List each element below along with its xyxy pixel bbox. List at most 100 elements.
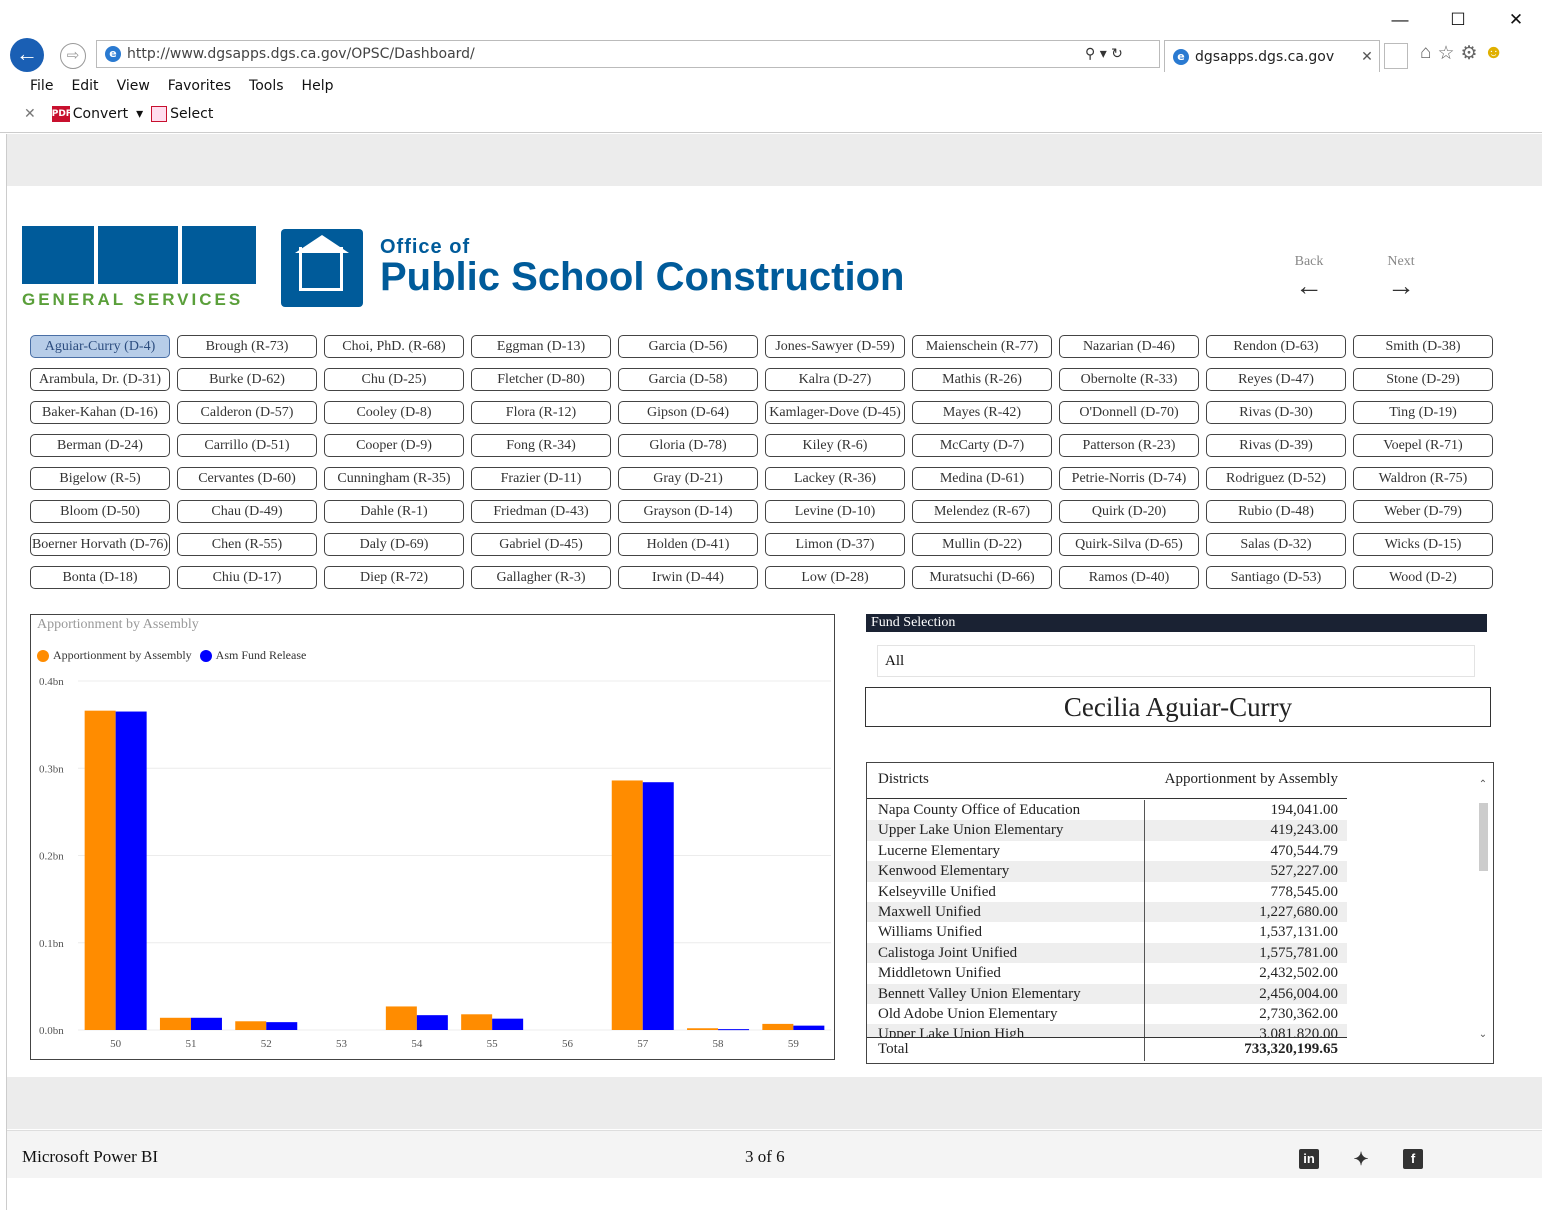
menu-favorites[interactable]: Favorites (168, 78, 231, 94)
legislator-button[interactable]: Arambula, Dr. (D-31) (30, 368, 170, 391)
col-apportionment[interactable]: Apportionment by Assembly (1145, 763, 1343, 798)
legislator-button[interactable]: Bloom (D-50) (30, 500, 170, 523)
legislator-button[interactable]: Aguiar-Curry (D-4) (30, 335, 170, 358)
legislator-button[interactable]: Limon (D-37) (765, 533, 905, 556)
legislator-button[interactable]: Friedman (D-43) (471, 500, 611, 523)
legislator-button[interactable]: Salas (D-32) (1206, 533, 1346, 556)
home-icon[interactable]: ⌂ (1420, 42, 1431, 65)
bar-apportionment-50[interactable] (84, 710, 116, 1030)
bar-apportionment-59[interactable] (762, 1023, 794, 1030)
bar-apportionment-52[interactable] (235, 1021, 267, 1030)
legislator-button[interactable]: Eggman (D-13) (471, 335, 611, 358)
legislator-button[interactable]: Burke (D-62) (177, 368, 317, 391)
legislator-button[interactable]: Nazarian (D-46) (1059, 335, 1199, 358)
legislator-button[interactable]: Berman (D-24) (30, 434, 170, 457)
legislator-button[interactable]: Mullin (D-22) (912, 533, 1052, 556)
legislator-button[interactable]: Wood (D-2) (1353, 566, 1493, 589)
legislator-button[interactable]: Chiu (D-17) (177, 566, 317, 589)
scroll-up-icon[interactable]: ⌃ (1477, 779, 1489, 790)
bar-fund-release-51[interactable] (190, 1017, 222, 1030)
bar-fund-release-57[interactable] (642, 782, 674, 1030)
legislator-button[interactable]: Levine (D-10) (765, 500, 905, 523)
legend-series-1[interactable]: Apportionment by Assembly (53, 648, 192, 663)
back-page-arrow-icon[interactable]: ← (1284, 270, 1334, 302)
legislator-button[interactable]: Mathis (R-26) (912, 368, 1052, 391)
legislator-button[interactable]: Chen (R-55) (177, 533, 317, 556)
legislator-button[interactable]: Dahle (R-1) (324, 500, 464, 523)
apportionment-chart[interactable]: 0.0bn 0.1bn 0.2bn 0.3bn 0.4bn 50 51 52 53 54 55 56 5… (30, 614, 835, 1060)
scroll-down-icon[interactable]: ⌄ (1477, 1029, 1489, 1040)
next-page-arrow-icon[interactable]: → (1376, 270, 1426, 302)
feedback-smiley-icon[interactable]: ☻ (1484, 42, 1504, 65)
minimize-icon[interactable]: — (1388, 10, 1412, 30)
back-arrow-icon[interactable]: ← (10, 38, 44, 72)
legislator-button[interactable]: Brough (R-73) (177, 335, 317, 358)
menu-tools[interactable]: Tools (249, 78, 284, 94)
search-refresh-icon[interactable]: ⚲ ▾ ↻ (1085, 46, 1159, 62)
menu-file[interactable]: File (30, 78, 53, 94)
twitter-icon[interactable]: ✦ (1351, 1149, 1371, 1169)
legislator-button[interactable]: Fletcher (D-80) (471, 368, 611, 391)
scroll-thumb[interactable] (1479, 803, 1488, 871)
legislator-button[interactable]: Rivas (D-39) (1206, 434, 1346, 457)
legislator-button[interactable]: Rodriguez (D-52) (1206, 467, 1346, 490)
legislator-button[interactable]: Fong (R-34) (471, 434, 611, 457)
legislator-button[interactable]: Garcia (D-56) (618, 335, 758, 358)
legislator-button[interactable]: Gabriel (D-45) (471, 533, 611, 556)
legislator-button[interactable]: Low (D-28) (765, 566, 905, 589)
bar-fund-release-58[interactable] (718, 1029, 750, 1031)
legislator-button[interactable]: Chu (D-25) (324, 368, 464, 391)
legislator-button[interactable]: Weber (D-79) (1353, 500, 1493, 523)
legislator-button[interactable]: Lackey (R-36) (765, 467, 905, 490)
legislator-button[interactable]: Flora (R-12) (471, 401, 611, 424)
legislator-button[interactable]: O'Donnell (D-70) (1059, 401, 1199, 424)
close-icon[interactable]: ✕ (1504, 10, 1528, 30)
legislator-button[interactable]: Cooper (D-9) (324, 434, 464, 457)
maximize-icon[interactable]: ☐ (1446, 10, 1470, 30)
legislator-button[interactable]: Ramos (D-40) (1059, 566, 1199, 589)
legislator-button[interactable]: Gipson (D-64) (618, 401, 758, 424)
bar-fund-release-59[interactable] (793, 1025, 825, 1030)
bar-apportionment-57[interactable] (611, 780, 643, 1030)
legislator-button[interactable]: McCarty (D-7) (912, 434, 1052, 457)
table-row[interactable]: Upper Lake Union Elementary 419,243.00 (867, 820, 1347, 841)
legislator-button[interactable]: Obernolte (R-33) (1059, 368, 1199, 391)
legislator-button[interactable]: Melendez (R-67) (912, 500, 1052, 523)
legislator-button[interactable]: Mayes (R-42) (912, 401, 1052, 424)
close-toolbar-icon[interactable]: ✕ (24, 106, 36, 122)
menu-help[interactable]: Help (302, 78, 334, 94)
legislator-button[interactable]: Gray (D-21) (618, 467, 758, 490)
legislator-button[interactable]: Rivas (D-30) (1206, 401, 1346, 424)
legislator-button[interactable]: Garcia (D-58) (618, 368, 758, 391)
legislator-button[interactable]: Kamlager-Dove (D-45) (765, 401, 905, 424)
menu-edit[interactable]: Edit (71, 78, 98, 94)
legislator-button[interactable]: Rubio (D-48) (1206, 500, 1346, 523)
table-row[interactable]: Kenwood Elementary 527,227.00 (867, 861, 1347, 882)
legislator-button[interactable]: Boerner Horvath (D-76) (30, 533, 170, 556)
bar-fund-release-55[interactable] (492, 1018, 524, 1030)
table-row[interactable]: Old Adobe Union Elementary 2,730,362.00 (867, 1003, 1347, 1025)
legend-series-2[interactable]: Asm Fund Release (216, 648, 307, 663)
bar-apportionment-54[interactable] (385, 1006, 417, 1030)
legislator-button[interactable]: Calderon (D-57) (177, 401, 317, 424)
legislator-button[interactable]: Waldron (R-75) (1353, 467, 1493, 490)
legislator-button[interactable]: Carrillo (D-51) (177, 434, 317, 457)
linkedin-icon[interactable]: in (1299, 1149, 1319, 1169)
legislator-button[interactable]: Stone (D-29) (1353, 368, 1493, 391)
fund-selection-dropdown[interactable]: All (877, 645, 1475, 677)
bar-fund-release-54[interactable] (416, 1015, 448, 1030)
legislator-button[interactable]: Chau (D-49) (177, 500, 317, 523)
convert-dropdown-icon[interactable]: ▾ (136, 106, 143, 122)
legislator-button[interactable]: Daly (D-69) (324, 533, 464, 556)
legislator-button[interactable]: Rendon (D-63) (1206, 335, 1346, 358)
legislator-button[interactable]: Cunningham (R-35) (324, 467, 464, 490)
table-row[interactable]: Napa County Office of Education 194,041.0… (867, 800, 1347, 821)
legislator-button[interactable]: Diep (R-72) (324, 566, 464, 589)
legislator-button[interactable]: Bonta (D-18) (30, 566, 170, 589)
table-row[interactable]: Maxwell Unified 1,227,680.00 (867, 901, 1347, 923)
address-bar[interactable]: e http://www.dgsapps.dgs.ca.gov/OPSC/Das… (96, 40, 1160, 68)
legislator-button[interactable]: Santiago (D-53) (1206, 566, 1346, 589)
legislator-button[interactable]: Medina (D-61) (912, 467, 1052, 490)
legislator-button[interactable]: Reyes (D-47) (1206, 368, 1346, 391)
legislator-button[interactable]: Gallagher (R-3) (471, 566, 611, 589)
